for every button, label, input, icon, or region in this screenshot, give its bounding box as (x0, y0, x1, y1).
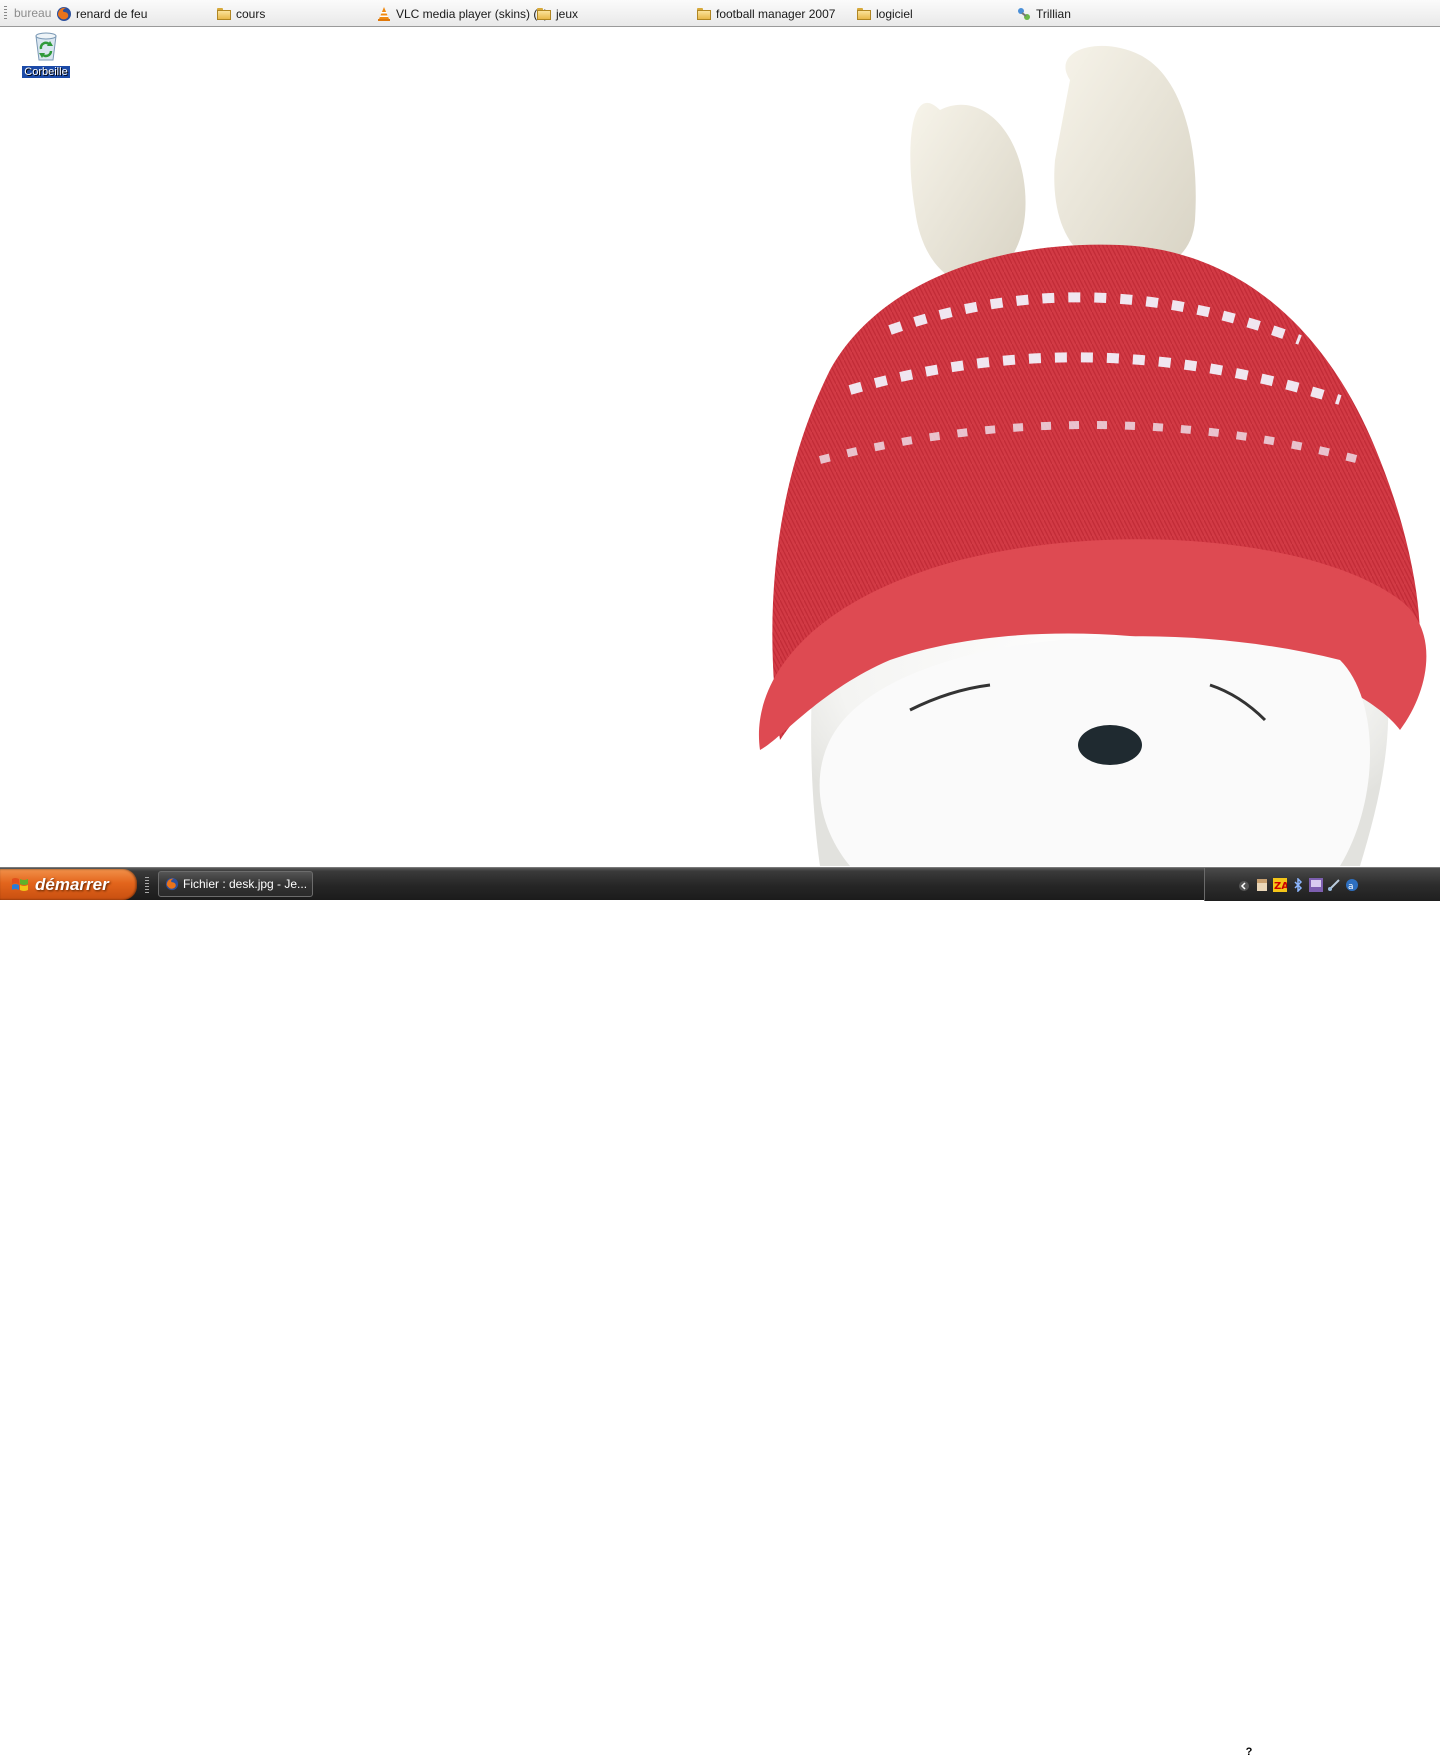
language-indicator[interactable]: FR (1218, 1744, 1236, 1760)
security-center-icon[interactable]: a (1345, 878, 1359, 892)
start-button[interactable]: démarrer (0, 869, 137, 900)
bluetooth-icon[interactable] (1291, 877, 1305, 893)
folder-icon (536, 6, 552, 22)
desktop-icon-corbeille[interactable]: Corbeille (20, 30, 72, 80)
toolbar-item-label: renard de feu (76, 6, 148, 21)
windows-logo-icon (12, 877, 28, 891)
help-icon[interactable]: ? (1242, 1745, 1256, 1759)
folder-icon (216, 6, 232, 22)
folder-icon (696, 6, 712, 22)
toolbar-item-renard-de-feu[interactable]: renard de feu (56, 4, 147, 23)
svg-text:a: a (1348, 882, 1354, 892)
recycle-bin-icon (35, 32, 57, 61)
toolbar-item-label: football manager 2007 (716, 6, 836, 21)
clock[interactable]: 11:04 (1399, 1745, 1428, 1759)
toolbar-item-label: logiciel (876, 6, 913, 21)
firefox-icon (57, 6, 71, 21)
svg-text:ZA: ZA (1274, 881, 1287, 892)
taskbar-button-label: Fichier : desk.jpg - Je... (183, 877, 308, 891)
system-tray: ZA a (1204, 868, 1440, 901)
toolbar-item-label: cours (236, 6, 266, 21)
toolbar-item-label: Trillian (1036, 6, 1071, 21)
desktop-toolbar: bureau renard de feu cours VLC media pla… (0, 0, 1440, 27)
folder-icon (856, 6, 872, 22)
start-button-label: démarrer (35, 874, 109, 894)
desktop-icon-label: Corbeille (22, 66, 70, 78)
show-hidden-icons-chevron-icon[interactable] (1239, 879, 1249, 891)
wallpaper-bunny-image (758, 45, 1427, 866)
app-tray-icon[interactable] (1255, 878, 1269, 892)
taskbar: démarrer Fichier : desk.jpg - Je... ZA a (0, 867, 1440, 1759)
toolbar-title: bureau (14, 6, 52, 20)
trillian-icon (1018, 7, 1030, 20)
toolbar-item-label: VLC media player (skins) (2) (396, 6, 549, 21)
zonealarm-icon[interactable]: ZA (1273, 878, 1289, 892)
taskbar-button-firefox[interactable]: Fichier : desk.jpg - Je... (158, 871, 313, 897)
toolbar-item-jeux[interactable]: jeux (536, 4, 578, 23)
taskbar-grip[interactable] (145, 877, 149, 893)
firefox-icon (165, 877, 179, 891)
display-settings-icon[interactable] (1309, 878, 1323, 892)
toolbar-item-label: jeux (556, 6, 579, 21)
toolbar-item-cours[interactable]: cours (216, 4, 265, 23)
toolbar-grip[interactable] (4, 6, 7, 21)
toolbar-item-logiciel[interactable]: logiciel (856, 4, 913, 23)
toolbar-item-trillian[interactable]: Trillian (1016, 4, 1071, 23)
vlc-cone-icon (378, 6, 390, 21)
toolbar-item-football-manager-2007[interactable]: football manager 2007 (696, 4, 835, 23)
network-icon[interactable] (1327, 878, 1341, 892)
toolbar-item-vlc[interactable]: VLC media player (skins) (2) (376, 4, 548, 23)
